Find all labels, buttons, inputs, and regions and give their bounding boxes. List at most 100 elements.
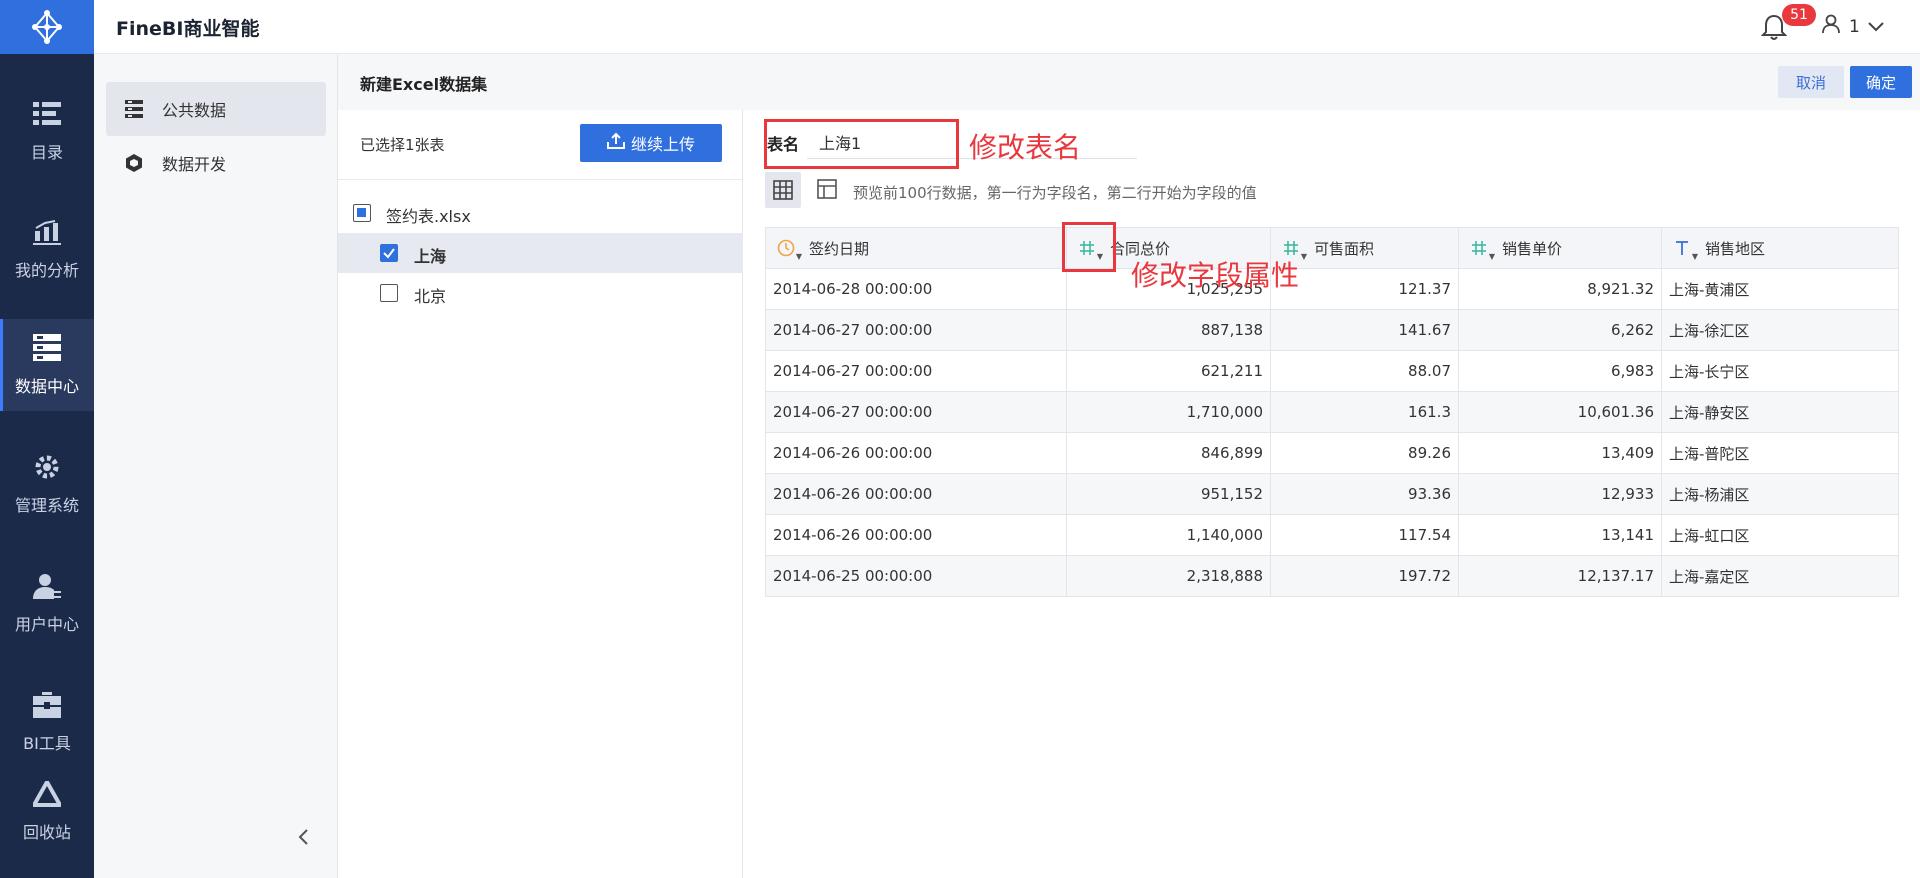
nav-label: 管理系统 bbox=[14, 496, 79, 515]
sheet-checkbox-beijing[interactable] bbox=[380, 284, 398, 302]
cell: 1,140,000 bbox=[1066, 514, 1271, 556]
nav-label: BI工具 bbox=[23, 734, 71, 753]
notification-badge: 51 bbox=[1782, 4, 1816, 26]
sidebar-item-label: 公共数据 bbox=[162, 101, 227, 120]
nav-item-recycle-bin[interactable]: 回收站 bbox=[0, 765, 94, 857]
cell: 上海-徐汇区 bbox=[1661, 309, 1899, 351]
sidebar-item-public-data[interactable]: 公共数据 bbox=[106, 82, 326, 136]
sheet-row-shanghai[interactable]: 上海 bbox=[338, 233, 743, 273]
preview-note: 预览前100行数据，第一行为字段名，第二行开始为字段的值 bbox=[853, 184, 1257, 202]
nav-label: 回收站 bbox=[22, 823, 71, 842]
cell: 2014-06-26 00:00:00 bbox=[765, 473, 1067, 515]
cell: 89.26 bbox=[1270, 432, 1459, 474]
gear-icon bbox=[32, 452, 62, 482]
cell: 8,921.32 bbox=[1458, 268, 1662, 310]
cell: 117.54 bbox=[1270, 514, 1459, 556]
cell: 141.67 bbox=[1270, 309, 1459, 351]
nav-label: 目录 bbox=[30, 143, 63, 162]
cell: 上海-黄浦区 bbox=[1661, 268, 1899, 310]
column-header: ▼ 签约日期 bbox=[765, 227, 1067, 269]
workbook-row[interactable]: 签约表.xlsx bbox=[338, 193, 743, 233]
selected-count: 已选择1张表 bbox=[360, 136, 445, 154]
fine-logo-icon[interactable] bbox=[0, 0, 94, 54]
cell: 1,710,000 bbox=[1066, 391, 1271, 433]
table-row: 2014-06-27 00:00:00 887,138 141.67 6,262 上海-… bbox=[765, 309, 1899, 351]
divider bbox=[338, 179, 743, 180]
server-icon bbox=[124, 99, 144, 119]
cancel-button[interactable]: 取消 bbox=[1778, 66, 1844, 98]
nav-item-management[interactable]: 管理系统 bbox=[0, 438, 94, 530]
nav-label: 我的分析 bbox=[14, 261, 79, 280]
column-name: 可售面积 bbox=[1314, 239, 1375, 258]
toolbox-icon bbox=[32, 690, 62, 720]
user-avatar-icon bbox=[1821, 14, 1841, 39]
cell: 2,318,888 bbox=[1066, 555, 1271, 597]
cell: 上海-长宁区 bbox=[1661, 350, 1899, 392]
nav-item-user-center[interactable]: 用户中心 bbox=[0, 557, 94, 649]
cell: 6,262 bbox=[1458, 309, 1662, 351]
column-name: 销售单价 bbox=[1502, 239, 1563, 258]
nav-item-data-center[interactable]: 数据中心 bbox=[0, 319, 94, 411]
text-t-icon[interactable]: ▼ bbox=[1669, 235, 1698, 261]
nav-item-catalog[interactable]: 目录 bbox=[0, 85, 94, 177]
annotation-change-field-type: 修改字段属性 bbox=[1131, 259, 1300, 292]
upload-icon bbox=[606, 132, 625, 154]
annotation-box-field-type bbox=[1062, 222, 1116, 272]
nav-item-bi-tools[interactable]: BI工具 bbox=[0, 676, 94, 768]
column-name: 签约日期 bbox=[809, 239, 870, 258]
workbook-name: 签约表.xlsx bbox=[386, 207, 471, 226]
user-name: 1 bbox=[1849, 16, 1860, 37]
continue-upload-label: 继续上传 bbox=[630, 135, 695, 154]
page-title-bar: 新建Excel数据集 取消 确定 bbox=[338, 54, 1920, 110]
workbook-checkbox[interactable] bbox=[353, 204, 371, 222]
cell: 2014-06-25 00:00:00 bbox=[765, 555, 1067, 597]
nav-item-my-analysis[interactable]: 我的分析 bbox=[0, 203, 94, 295]
cell: 621,211 bbox=[1066, 350, 1271, 392]
cell: 10,601.36 bbox=[1458, 391, 1662, 433]
sidebar-item-data-dev[interactable]: 数据开发 bbox=[106, 136, 326, 190]
hash-icon[interactable]: ▼ bbox=[1466, 235, 1495, 261]
file-panel: 已选择1张表 继续上传 签约表.xlsx 上海 北京 bbox=[338, 110, 743, 878]
brand-title: FineBI商业智能 bbox=[116, 18, 260, 40]
analysis-chart-icon bbox=[32, 217, 62, 247]
cube-icon bbox=[124, 153, 144, 173]
cell: 上海-静安区 bbox=[1661, 391, 1899, 433]
cell: 上海-普陀区 bbox=[1661, 432, 1899, 474]
cell: 13,141 bbox=[1458, 514, 1662, 556]
sheet-row-beijing[interactable]: 北京 bbox=[338, 273, 743, 313]
cell: 2014-06-26 00:00:00 bbox=[765, 432, 1067, 474]
nav-label: 数据中心 bbox=[14, 377, 79, 396]
catalog-icon bbox=[32, 99, 62, 129]
left-nav: 目录 我的分析 数据中心 管理系统 用户中心 BI工具 回收站 bbox=[0, 0, 94, 878]
cell: 上海-嘉定区 bbox=[1661, 555, 1899, 597]
continue-upload-button[interactable]: 继续上传 bbox=[580, 124, 722, 162]
table-row: 2014-06-26 00:00:00 1,140,000 117.54 13,141… bbox=[765, 514, 1899, 556]
cell: 846,899 bbox=[1066, 432, 1271, 474]
cell: 上海-杨浦区 bbox=[1661, 473, 1899, 515]
data-center-sidebar: 公共数据 数据开发 bbox=[94, 54, 338, 878]
cell: 88.07 bbox=[1270, 350, 1459, 392]
recycle-icon bbox=[32, 779, 62, 809]
annotation-rename-table: 修改表名 bbox=[969, 131, 1082, 164]
cell: 2014-06-27 00:00:00 bbox=[765, 309, 1067, 351]
sheet-name: 北京 bbox=[414, 287, 447, 306]
cell: 93.36 bbox=[1270, 473, 1459, 515]
cell: 13,409 bbox=[1458, 432, 1662, 474]
sheet-name: 上海 bbox=[414, 247, 447, 266]
sidebar-item-label: 数据开发 bbox=[162, 155, 227, 174]
table-row: 2014-06-26 00:00:00 951,152 93.36 12,933 上海-… bbox=[765, 473, 1899, 515]
cell: 951,152 bbox=[1066, 473, 1271, 515]
data-center-icon bbox=[32, 333, 62, 363]
layout-view-icon[interactable] bbox=[816, 178, 840, 202]
sheet-checkbox-shanghai[interactable] bbox=[380, 244, 398, 262]
annotation-box-table-name bbox=[764, 119, 959, 169]
user-icon bbox=[32, 571, 62, 601]
confirm-button[interactable]: 确定 bbox=[1850, 66, 1912, 98]
chevron-down-icon bbox=[1868, 17, 1884, 37]
table-row: 2014-06-28 00:00:00 1,025,255 121.37 8,921.… bbox=[765, 268, 1899, 310]
user-menu[interactable]: 1 bbox=[1821, 14, 1884, 39]
clock-icon[interactable]: ▼ bbox=[773, 235, 802, 261]
cell: 161.3 bbox=[1270, 391, 1459, 433]
collapse-sidebar-icon[interactable] bbox=[294, 827, 314, 847]
grid-view-icon[interactable] bbox=[765, 172, 801, 208]
